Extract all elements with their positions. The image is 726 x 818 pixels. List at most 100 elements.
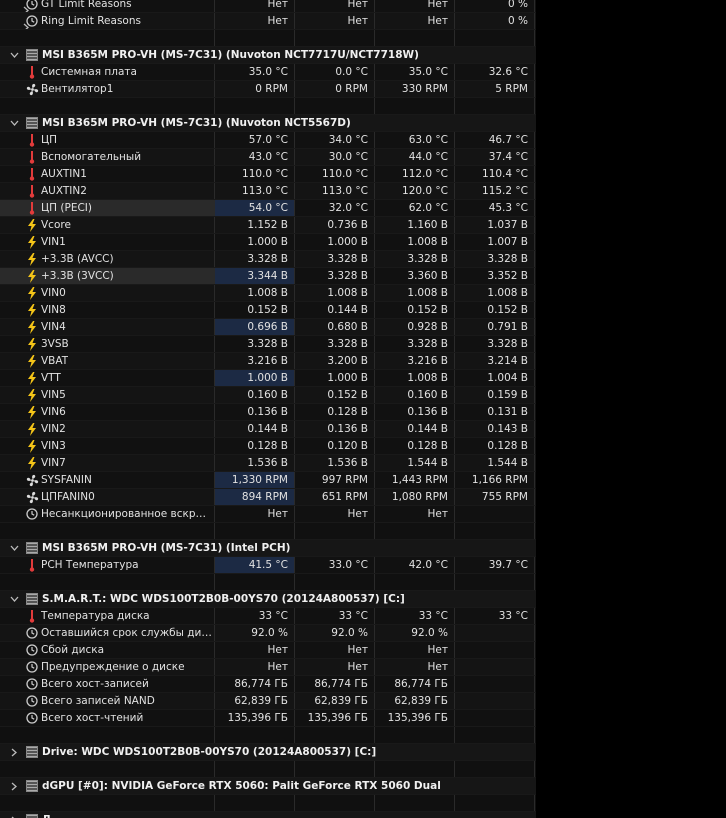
current-value: Нет — [215, 659, 295, 675]
min-value: Нет — [295, 13, 375, 29]
sensor-row[interactable]: VIN8 0.152 В 0.144 В 0.152 В 0.152 В — [0, 302, 536, 319]
sensor-label: VIN2 — [41, 423, 66, 435]
sensor-row[interactable]: VBAT 3.216 В 3.200 В 3.216 В 3.214 В — [0, 353, 536, 370]
chevron-right-icon[interactable] — [8, 748, 20, 757]
sensor-name-cell: VIN1 — [0, 234, 215, 250]
sensor-label: ЦП (PECI) — [41, 202, 92, 214]
sensor-name-cell: AUXTIN1 — [0, 166, 215, 182]
sensor-row[interactable]: Несанкционированное вскрыт... Нет Нет Нет — [0, 506, 536, 523]
max-value: Нет — [375, 0, 455, 12]
chevron-right-icon[interactable] — [20, 6, 32, 12]
max-value: 86,774 ГБ — [375, 676, 455, 692]
clock-icon — [25, 660, 39, 674]
avg-value — [455, 710, 535, 726]
current-value: 0.136 В — [215, 404, 295, 420]
avg-value: 32.6 °C — [455, 64, 535, 80]
thermometer-icon — [25, 150, 39, 164]
sensor-group-header[interactable]: Drive: WDC WDS100T2B0B-00YS70 (20124A800… — [0, 744, 536, 761]
sensor-row[interactable]: Вспомогательный 43.0 °C 30.0 °C 44.0 °C 37.4… — [0, 149, 536, 166]
avg-value: 0 % — [455, 13, 535, 29]
sensor-row[interactable]: VIN0 1.008 В 1.008 В 1.008 В 1.008 В — [0, 285, 536, 302]
sensor-row[interactable]: Всего записей NAND 62,839 ГБ 62,839 ГБ 62,8… — [0, 693, 536, 710]
min-value: 0.120 В — [295, 438, 375, 454]
sensor-row[interactable]: Ring Limit Reasons Нет Нет Нет 0 % — [0, 13, 536, 30]
sensor-group-header[interactable]: Д... — [0, 812, 536, 818]
sensor-row[interactable]: PCH Температура 41.5 °C 33.0 °C 42.0 °C 39.7… — [0, 557, 536, 574]
sensor-row[interactable]: ЦП 57.0 °C 34.0 °C 63.0 °C 46.7 °C — [0, 132, 536, 149]
sensor-row[interactable]: VIN1 1.000 В 1.000 В 1.008 В 1.007 В — [0, 234, 536, 251]
sensor-row[interactable]: SYSFANIN 1,330 RPM 997 RPM 1,443 RPM 1,166 R… — [0, 472, 536, 489]
sensor-label: Предупреждение о диске — [41, 661, 185, 673]
sensor-row[interactable]: AUXTIN2 113.0 °C 113.0 °C 120.0 °C 115.2 °C — [0, 183, 536, 200]
sensor-row[interactable]: Vcore 1.152 В 0.736 В 1.160 В 1.037 В — [0, 217, 536, 234]
spacer-cell — [0, 574, 215, 590]
sensor-row[interactable]: Оставшийся срок службы диска 92.0 % 92.0 %… — [0, 625, 536, 642]
sensor-label: Всего хост-записей — [41, 678, 149, 690]
sensor-row[interactable]: VIN5 0.160 В 0.152 В 0.160 В 0.159 В — [0, 387, 536, 404]
chevron-down-icon[interactable] — [8, 596, 20, 602]
sensor-row[interactable]: Системная плата 35.0 °C 0.0 °C 35.0 °C 32.6 … — [0, 64, 536, 81]
spacer-cell — [455, 574, 535, 590]
sensor-group-header[interactable]: S.M.A.R.T.: WDC WDS100T2B0B-00YS70 (2012… — [0, 591, 536, 608]
sensor-row[interactable]: AUXTIN1 110.0 °C 110.0 °C 112.0 °C 110.4 °C — [0, 166, 536, 183]
chevron-down-icon[interactable] — [8, 545, 20, 551]
sensor-row[interactable]: Сбой диска Нет Нет Нет — [0, 642, 536, 659]
avg-value — [455, 642, 535, 658]
current-value: Нет — [215, 0, 295, 12]
sensor-row[interactable]: Предупреждение о диске Нет Нет Нет — [0, 659, 536, 676]
sensor-label: VIN8 — [41, 304, 66, 316]
sensor-label: VIN1 — [41, 236, 66, 248]
sensor-row[interactable]: Вентилятор1 0 RPM 0 RPM 330 RPM 5 RPM — [0, 81, 536, 98]
sensor-label: Вентилятор1 — [41, 83, 114, 95]
sensor-row[interactable]: VIN7 1.536 В 1.536 В 1.544 В 1.544 В — [0, 455, 536, 472]
sensor-row[interactable]: Всего хост-чтений 135,396 ГБ 135,396 ГБ 135… — [0, 710, 536, 727]
min-value: 0.736 В — [295, 217, 375, 233]
avg-value: 1.544 В — [455, 455, 535, 471]
sensor-row[interactable]: +3.3В (AVCC) 3.328 В 3.328 В 3.328 В 3.328 В — [0, 251, 536, 268]
max-value: 0.928 В — [375, 319, 455, 335]
sensor-row[interactable]: VTT 1.000 В 1.000 В 1.008 В 1.004 В — [0, 370, 536, 387]
min-value: 92.0 % — [295, 625, 375, 641]
max-value: 0.144 В — [375, 421, 455, 437]
chevron-down-icon[interactable] — [8, 120, 20, 126]
sensor-row[interactable]: GT Limit Reasons Нет Нет Нет 0 % — [0, 0, 536, 13]
sensor-row[interactable]: Всего хост-записей 86,774 ГБ 86,774 ГБ 86,7… — [0, 676, 536, 693]
chevron-right-icon[interactable] — [8, 782, 20, 791]
sensor-group-header[interactable]: MSI B365M PRO-VH (MS-7C31) (Nuvoton NCT5… — [0, 115, 536, 132]
min-value: 1.000 В — [295, 370, 375, 386]
sensor-grid[interactable]: GT Limit Reasons Нет Нет Нет 0 % Ring Limit R… — [0, 0, 536, 818]
empty-area — [536, 0, 726, 818]
sensor-label: +3.3В (3VCC) — [41, 270, 114, 282]
sensor-group-header[interactable]: MSI B365M PRO-VH (MS-7C31) (Nuvoton NCT7… — [0, 47, 536, 64]
sensor-row[interactable]: Температура диска 33 °C 33 °C 33 °C 33 °C — [0, 608, 536, 625]
current-value: 54.0 °C — [215, 200, 295, 216]
sensor-group-header[interactable]: MSI B365M PRO-VH (MS-7C31) (Intel PCH) — [0, 540, 536, 557]
sensor-label: VIN7 — [41, 457, 66, 469]
sensor-row[interactable]: VIN3 0.128 В 0.120 В 0.128 В 0.128 В — [0, 438, 536, 455]
sensor-row[interactable]: +3.3В (3VCC) 3.344 В 3.328 В 3.360 В 3.352 В — [0, 268, 536, 285]
sensor-label: ЦПFANIN0 — [41, 491, 95, 503]
spacer-cell — [215, 795, 295, 811]
sensor-row[interactable]: VIN4 0.696 В 0.680 В 0.928 В 0.791 В — [0, 319, 536, 336]
sensor-row[interactable]: VIN6 0.136 В 0.128 В 0.136 В 0.131 В — [0, 404, 536, 421]
chevron-right-icon[interactable] — [20, 23, 32, 29]
thermometer-icon — [25, 65, 39, 79]
group-title: MSI B365M PRO-VH (MS-7C31) (Nuvoton NCT5… — [42, 117, 351, 129]
current-value: 1.008 В — [215, 285, 295, 301]
sensor-name-cell: Вентилятор1 — [0, 81, 215, 97]
group-title-cell: Drive: WDC WDS100T2B0B-00YS70 (20124A800… — [0, 744, 535, 760]
chevron-down-icon[interactable] — [8, 52, 20, 58]
spacer-cell — [455, 761, 535, 777]
avg-value: 46.7 °C — [455, 132, 535, 148]
spacer-cell — [215, 30, 295, 46]
min-value: 34.0 °C — [295, 132, 375, 148]
sensor-name-cell: ЦП — [0, 132, 215, 148]
sensor-name-cell: AUXTIN2 — [0, 183, 215, 199]
sensor-row[interactable]: ЦП (PECI) 54.0 °C 32.0 °C 62.0 °C 45.3 °C — [0, 200, 536, 217]
spacer-row — [0, 30, 536, 47]
sensor-row[interactable]: ЦПFANIN0 894 RPM 651 RPM 1,080 RPM 755 RPM — [0, 489, 536, 506]
sensor-group-header[interactable]: dGPU [#0]: NVIDIA GeForce RTX 5060: Pali… — [0, 778, 536, 795]
sensor-row[interactable]: VIN2 0.144 В 0.136 В 0.144 В 0.143 В — [0, 421, 536, 438]
sensor-row[interactable]: 3VSB 3.328 В 3.328 В 3.328 В 3.328 В — [0, 336, 536, 353]
avg-value: 39.7 °C — [455, 557, 535, 573]
